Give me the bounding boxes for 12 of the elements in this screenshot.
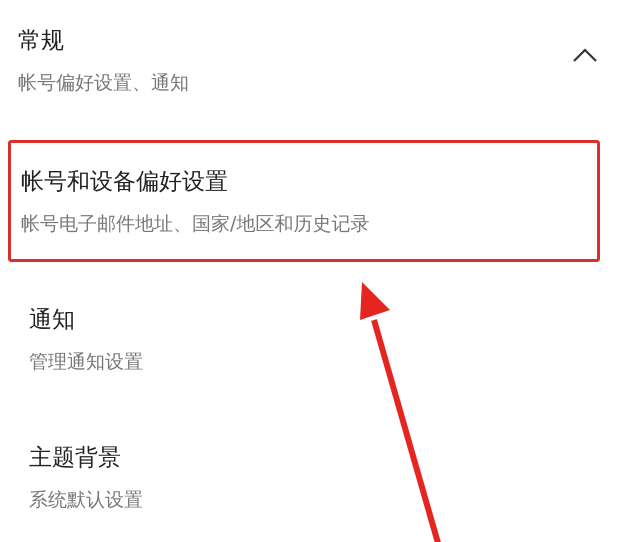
- item-title: 帐号和设备偏好设置: [21, 168, 229, 196]
- item-title: 通知: [29, 306, 76, 334]
- section-subtitle: 帐号偏好设置、通知: [18, 70, 189, 96]
- setting-item[interactable]: 主题背景 系统默认设置: [8, 416, 600, 538]
- item-subtitle: 帐号电子邮件地址、国家/地区和历史记录: [21, 212, 370, 236]
- chevron-icon[interactable]: [572, 47, 598, 63]
- item-title: 主题背景: [29, 444, 122, 472]
- item-subtitle: 系统默认设置: [29, 488, 144, 512]
- item-subtitle: 管理通知设置: [29, 350, 144, 374]
- highlighted-setting-item[interactable]: 帐号和设备偏好设置 帐号电子邮件地址、国家/地区和历史记录: [8, 140, 600, 262]
- setting-item[interactable]: 通知 管理通知设置: [8, 278, 600, 400]
- section-title: 常规: [18, 26, 65, 56]
